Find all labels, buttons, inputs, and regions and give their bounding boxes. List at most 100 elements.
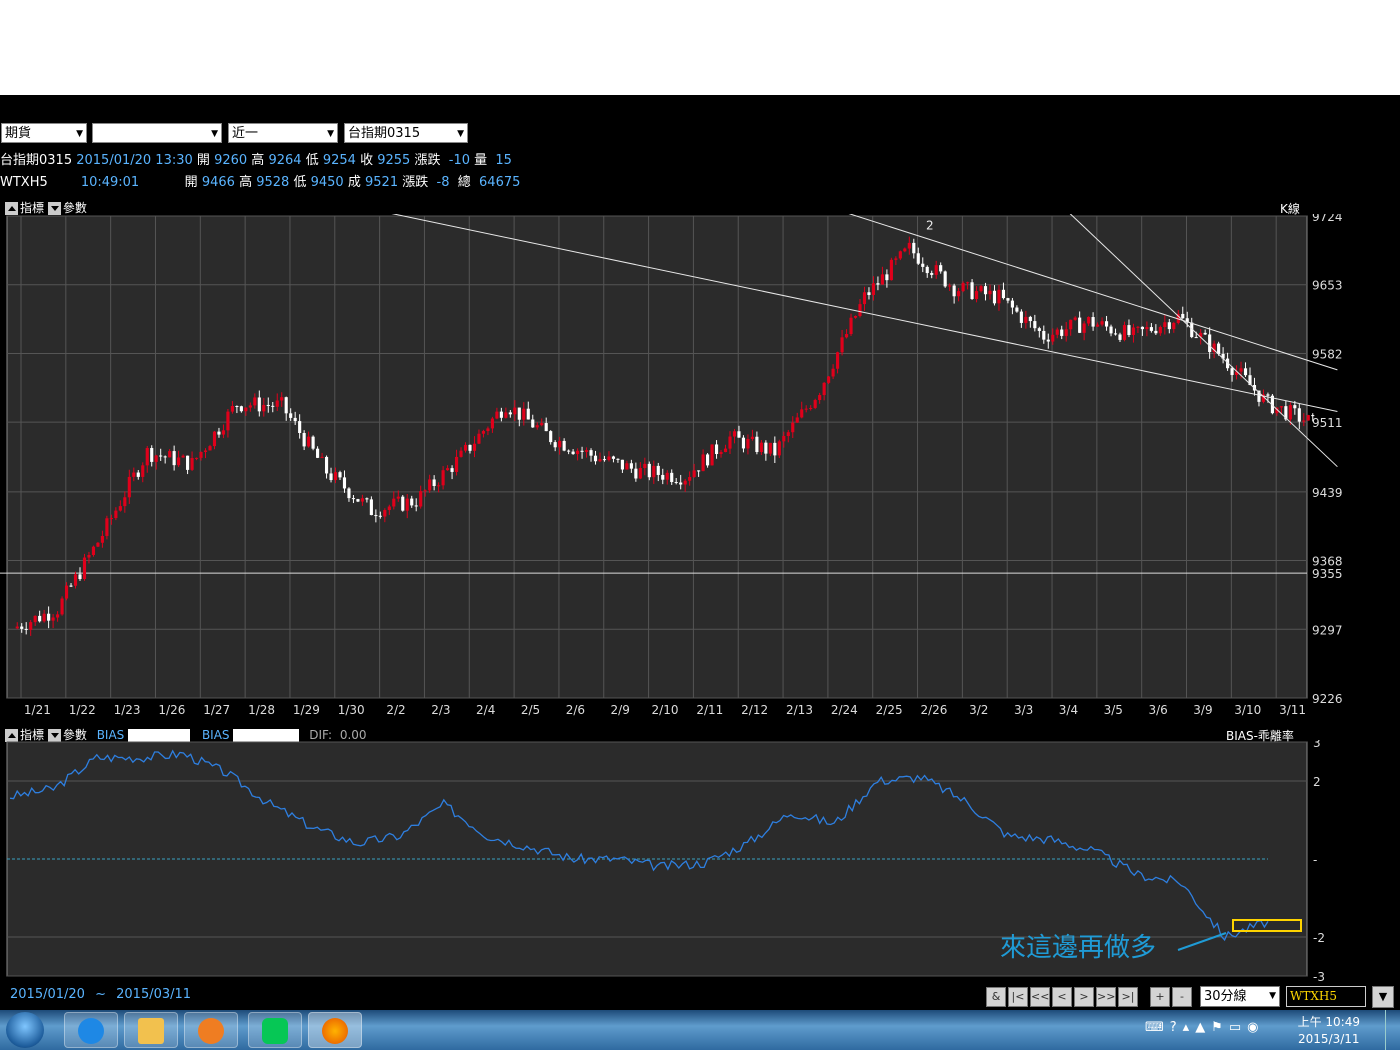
start-orb-icon[interactable] bbox=[6, 1012, 44, 1048]
candle-body bbox=[862, 292, 867, 305]
firefox-taskbar-icon[interactable] bbox=[308, 1012, 362, 1048]
candle-body bbox=[930, 273, 934, 275]
candle-body bbox=[759, 442, 763, 453]
candle-body bbox=[1028, 316, 1032, 322]
candle-body bbox=[983, 286, 988, 295]
y-tick-label: 9724 bbox=[1312, 214, 1343, 224]
candle-body bbox=[1055, 329, 1059, 335]
symbol-combo[interactable]: 台指期0315 ▼ bbox=[344, 123, 468, 143]
low-label: 低 bbox=[293, 175, 307, 190]
candle-body bbox=[1172, 322, 1176, 330]
candle-body bbox=[38, 615, 42, 622]
interval-select[interactable]: 30分線 ▼ bbox=[1200, 986, 1280, 1007]
last-button[interactable]: >| bbox=[1118, 987, 1138, 1007]
volume-label: 量 bbox=[474, 153, 488, 168]
clock-time: 上午 10:49 bbox=[1297, 1015, 1360, 1029]
media-player-taskbar-icon[interactable] bbox=[184, 1012, 238, 1048]
candle-body bbox=[342, 477, 347, 489]
market-combo-value: 期貨 bbox=[5, 126, 32, 141]
contract-month-value: 近一 bbox=[232, 126, 259, 141]
bias-chart[interactable]: 3 2 -2 -3 - bbox=[0, 740, 1400, 982]
system-tray[interactable]: ⌨?▴▲⚑▭◉ bbox=[1145, 1020, 1264, 1035]
candle-body bbox=[894, 258, 898, 260]
candle-body bbox=[51, 617, 55, 621]
candle-body bbox=[611, 456, 616, 459]
candle-body bbox=[934, 265, 938, 275]
candle-body bbox=[997, 289, 1001, 304]
candle-body bbox=[194, 457, 199, 459]
candle-body bbox=[360, 498, 364, 502]
quote1-close: 9255 bbox=[377, 153, 411, 168]
candle-body bbox=[235, 405, 239, 407]
x-tick-label: 3/11 bbox=[1279, 703, 1306, 717]
candle-body bbox=[1033, 321, 1037, 329]
next-page-button[interactable]: >> bbox=[1096, 987, 1116, 1007]
candle-body bbox=[1158, 327, 1162, 334]
product-combo[interactable]: 全商品 (ALL) ▼ bbox=[92, 123, 222, 161]
candle-body bbox=[1181, 313, 1185, 319]
market-combo[interactable]: 期貨 ▼ bbox=[1, 123, 87, 143]
candle-body bbox=[262, 404, 266, 412]
candle-body bbox=[275, 400, 279, 407]
candle-body bbox=[1266, 394, 1270, 396]
next-button[interactable]: > bbox=[1074, 987, 1094, 1007]
zoom-in-button[interactable]: + bbox=[1150, 987, 1170, 1007]
taskbar-clock[interactable]: 上午 10:49 2015/3/11 bbox=[1298, 1014, 1360, 1048]
candle-body bbox=[271, 405, 275, 407]
candle-body bbox=[822, 382, 826, 396]
candle-body bbox=[553, 442, 557, 448]
candlestick-chart[interactable]: 9724965395829511943993689355929792261/21… bbox=[0, 214, 1400, 720]
candle-body bbox=[64, 585, 69, 599]
candle-body bbox=[428, 479, 432, 491]
candle-body bbox=[1154, 330, 1158, 334]
candle-body bbox=[20, 626, 24, 629]
x-tick-label: 1/22 bbox=[69, 703, 96, 717]
prev-button[interactable]: < bbox=[1052, 987, 1072, 1007]
x-tick-label: 2/5 bbox=[521, 703, 540, 717]
candle-body bbox=[966, 282, 970, 284]
symbol-code-input[interactable]: WTXH5 bbox=[1286, 986, 1366, 1007]
candle-body bbox=[302, 433, 306, 447]
param-tab[interactable]: 參數 bbox=[63, 201, 87, 215]
bias-y-tick-label: -2 bbox=[1313, 931, 1325, 945]
candle-body bbox=[1163, 322, 1167, 328]
indicator-tab[interactable]: 指標 bbox=[20, 201, 44, 215]
candle-body bbox=[728, 436, 732, 449]
line-taskbar-icon[interactable] bbox=[248, 1012, 302, 1048]
candle-body bbox=[674, 482, 678, 484]
candle-body bbox=[952, 285, 956, 297]
quote1-change: -10 bbox=[448, 153, 470, 168]
explorer-taskbar-icon[interactable] bbox=[124, 1012, 178, 1048]
candle-body bbox=[602, 459, 607, 461]
candle-body bbox=[885, 274, 889, 281]
candle-body bbox=[1073, 317, 1077, 320]
prev-page-button[interactable]: << bbox=[1030, 987, 1050, 1007]
candle-body bbox=[701, 454, 705, 472]
ie-taskbar-icon[interactable] bbox=[64, 1012, 118, 1048]
chevron-down-icon: ▼ bbox=[76, 129, 83, 139]
candle-body bbox=[522, 408, 526, 420]
candle-body bbox=[638, 468, 642, 479]
candle-body bbox=[737, 431, 741, 438]
candle-body bbox=[423, 490, 427, 492]
show-desktop-button[interactable] bbox=[1385, 1010, 1400, 1050]
candle-body bbox=[100, 535, 104, 543]
range-end: 2015/03/11 bbox=[116, 987, 192, 1002]
zoom-out-button[interactable]: - bbox=[1172, 987, 1192, 1007]
candle-body bbox=[732, 431, 737, 437]
chevron-down-icon[interactable]: ▼ bbox=[1372, 986, 1394, 1008]
candle-body bbox=[87, 554, 91, 558]
candle-body bbox=[441, 470, 445, 486]
x-tick-label: 2/2 bbox=[386, 703, 405, 717]
candle-body bbox=[468, 444, 472, 451]
candle-body bbox=[253, 397, 257, 406]
high-label: 高 bbox=[239, 175, 253, 190]
link-button[interactable]: & bbox=[986, 987, 1006, 1007]
candle-body bbox=[710, 444, 714, 466]
contract-month-combo[interactable]: 近一 ▼ bbox=[228, 123, 338, 143]
x-tick-label: 3/5 bbox=[1104, 703, 1123, 717]
candle-body bbox=[688, 477, 692, 481]
first-button[interactable]: |< bbox=[1008, 987, 1028, 1007]
candle-body bbox=[163, 456, 167, 458]
candle-body bbox=[544, 423, 548, 432]
